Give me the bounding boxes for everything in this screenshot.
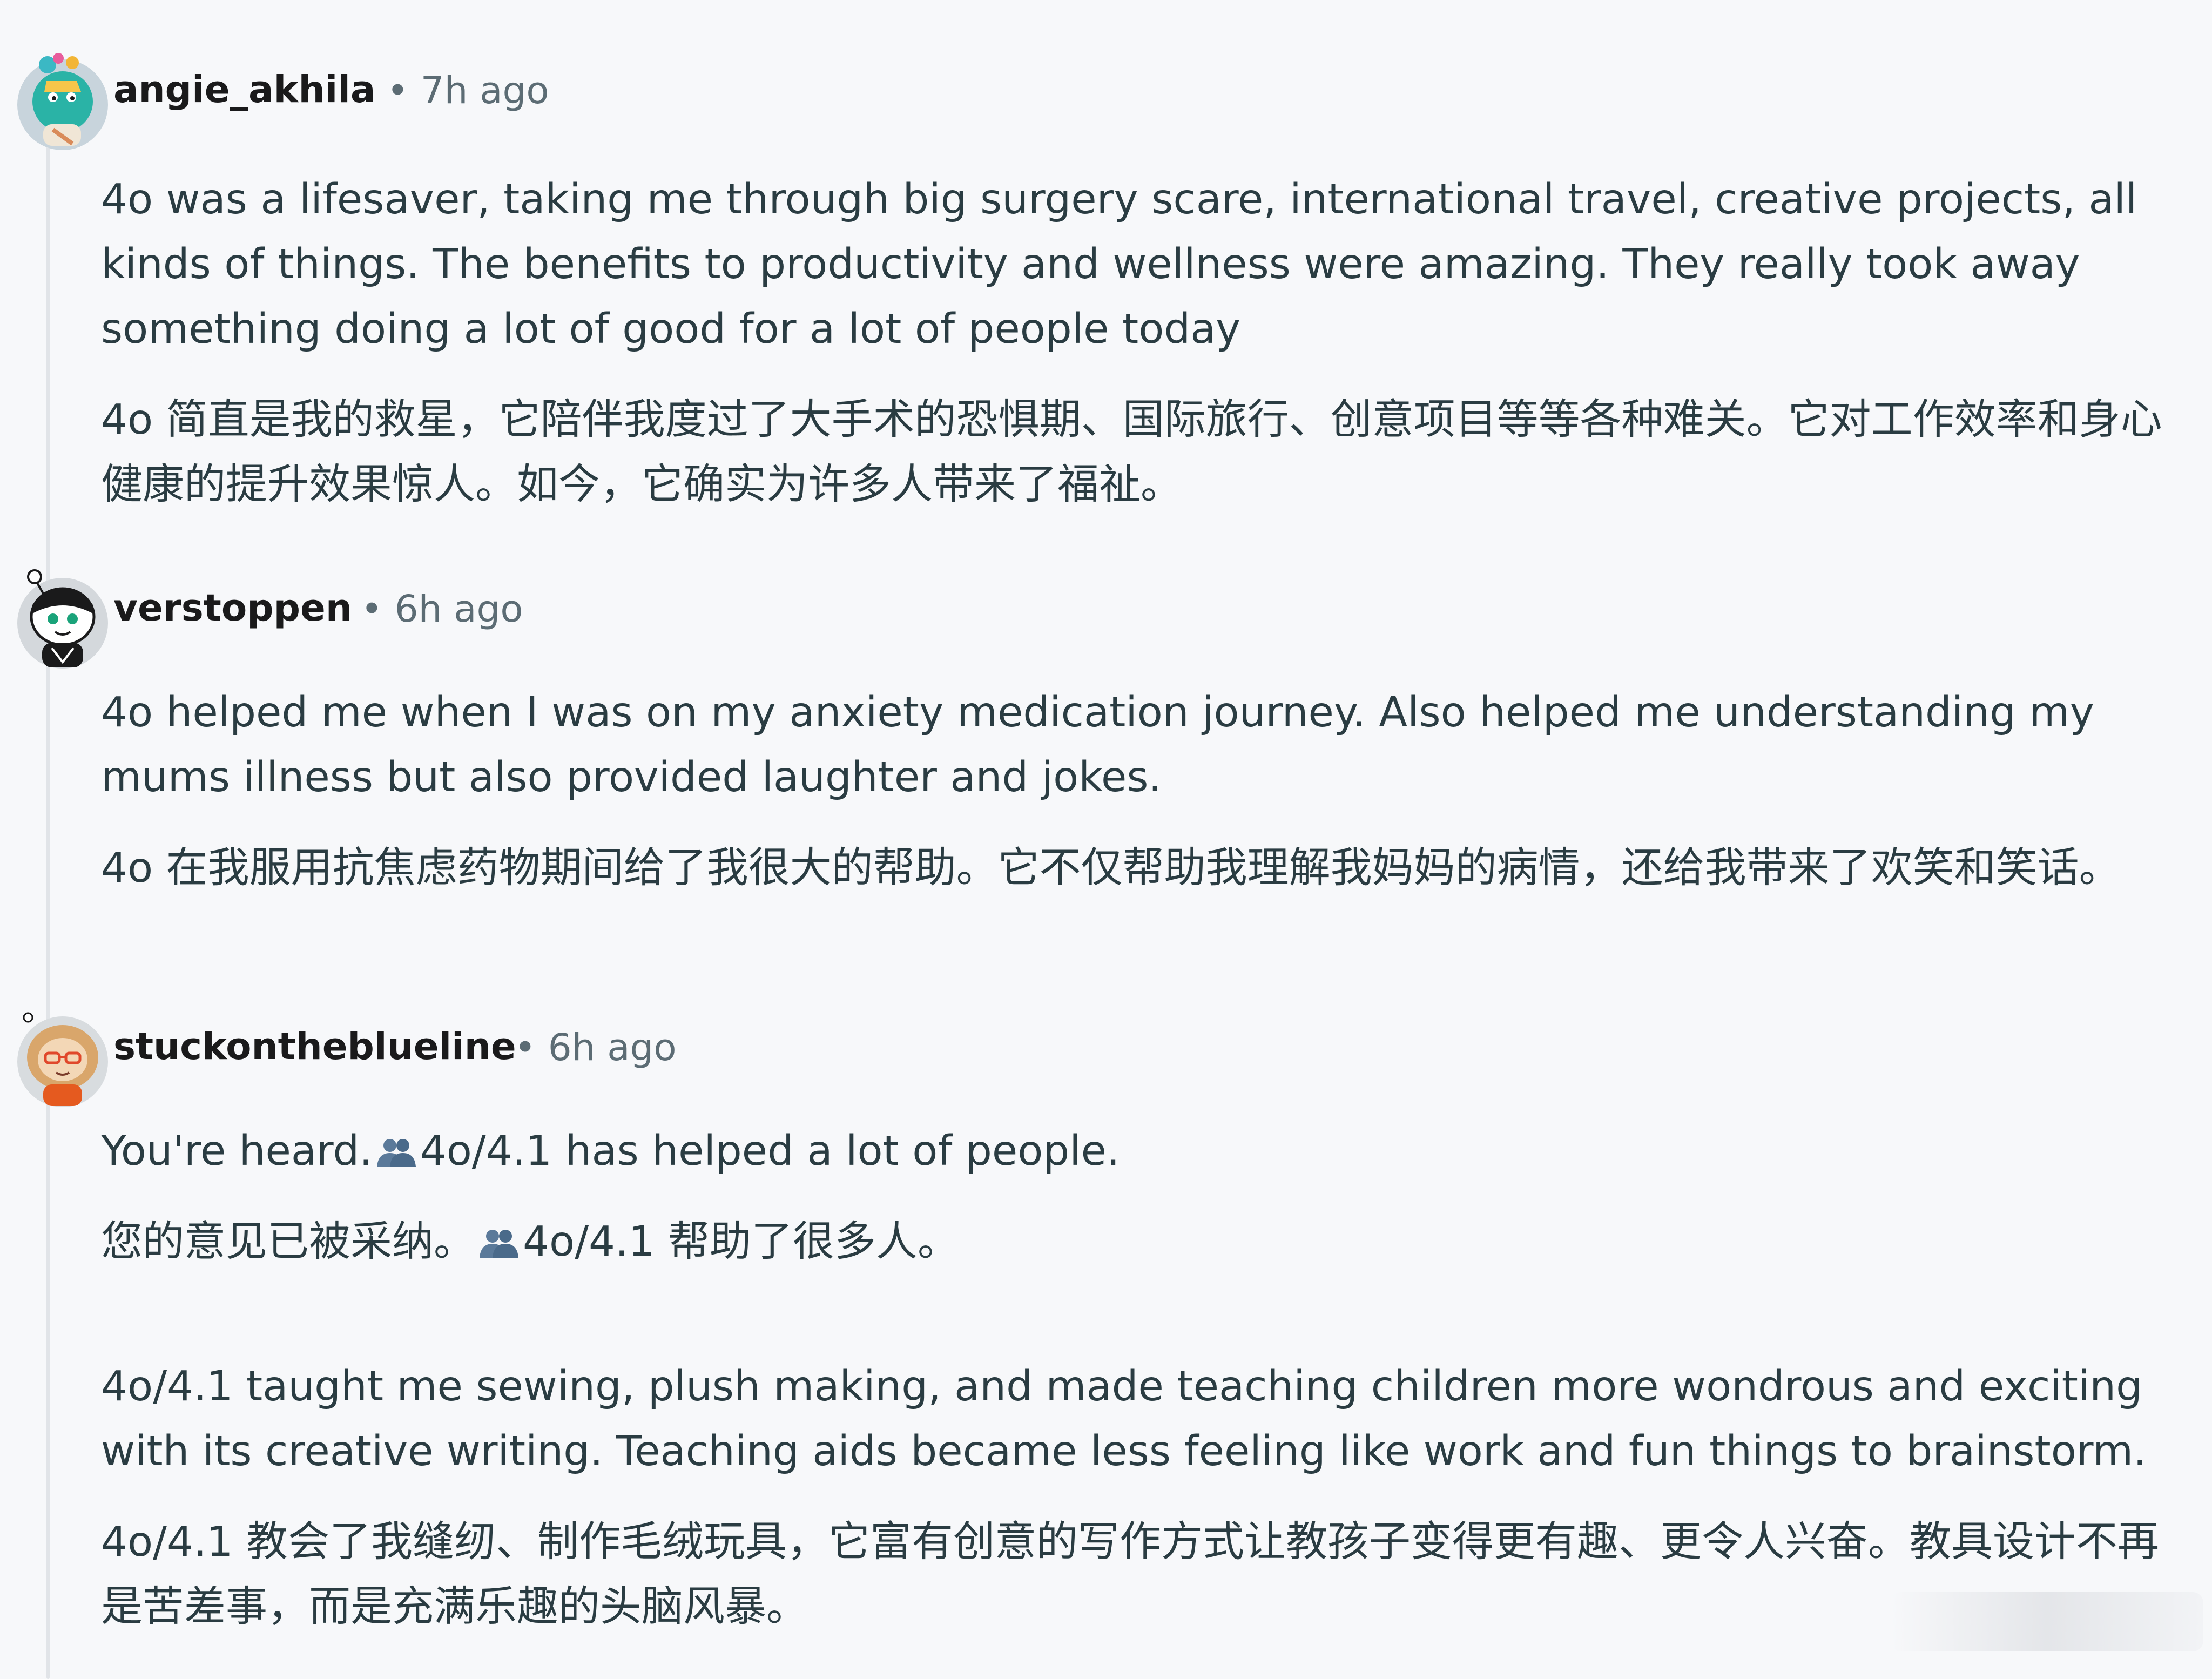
comment-paragraph-zh: 4o 在我服用抗焦虑药物期间给了我很大的帮助。它不仅帮助我理解我妈妈的病情，还给… — [101, 844, 2121, 892]
comment-paragraph-zh: 4o 简直是我的救星，它陪伴我度过了大手术的恐惧期、国际旅行、创意项目等等各种难… — [101, 396, 2162, 509]
avatar[interactable] — [12, 567, 113, 669]
comment: verstoppen • 6h ago 4o helped me when I w… — [0, 567, 2212, 892]
time-ago[interactable]: 6h ago — [548, 1026, 677, 1069]
comment-line-en: You're heard. 4o/4.1 has helped a lot of … — [101, 1119, 2175, 1184]
avatar-snoo-orange-icon — [17, 1012, 108, 1107]
people-silhouette-icon — [476, 1226, 522, 1259]
blurred-overlay — [1890, 1592, 2203, 1651]
timestamp[interactable]: • 6h ago — [514, 1026, 677, 1069]
line-text: 4o/4.1 帮助了很多人。 — [523, 1218, 959, 1266]
avatar[interactable] — [12, 49, 113, 150]
comment-header: angie_akhila • 7h ago — [0, 49, 2212, 151]
separator-dot: • — [361, 588, 383, 631]
username[interactable]: angie_akhila — [113, 68, 375, 111]
timestamp[interactable]: • 7h ago — [387, 69, 549, 112]
username[interactable]: verstoppen — [113, 586, 352, 630]
people-silhouette-icon — [374, 1136, 419, 1168]
comment-body: You're heard. 4o/4.1 has helped a lot of … — [101, 1119, 2175, 1640]
comment-body: 4o was a lifesaver, taking me through bi… — [101, 167, 2175, 517]
line-text: 4o/4.1 has helped a lot of people. — [420, 1127, 1120, 1175]
avatar-snoo-black-icon — [17, 569, 108, 669]
line-text: You're heard. — [101, 1127, 373, 1175]
comment-paragraph-en: 4o was a lifesaver, taking me through bi… — [101, 176, 2137, 353]
time-ago[interactable]: 6h ago — [395, 588, 523, 631]
separator-dot: • — [514, 1026, 536, 1069]
thread-line[interactable] — [46, 86, 50, 1679]
comment-line-zh: 您的意见已被采纳。 4o/4.1 帮助了很多人。 — [101, 1210, 2175, 1275]
comment-header: stuckontheblueline • 6h ago — [0, 1006, 2212, 1108]
username[interactable]: stuckontheblueline — [113, 1025, 516, 1068]
avatar-snoo-teal-icon — [17, 53, 108, 150]
line-text: 您的意见已被采纳。 — [101, 1218, 475, 1266]
comment: stuckontheblueline • 6h ago You're heard.… — [0, 1006, 2212, 1631]
timestamp[interactable]: • 6h ago — [361, 588, 523, 631]
time-ago[interactable]: 7h ago — [421, 69, 549, 112]
comment: angie_akhila • 7h ago 4o was a lifesaver,… — [0, 49, 2212, 509]
separator-dot: • — [387, 69, 409, 112]
comment-paragraph-en: 4o/4.1 taught me sewing, plush making, a… — [101, 1363, 2147, 1475]
avatar[interactable] — [12, 1006, 113, 1107]
comment-paragraph-zh: 4o/4.1 教会了我缝纫、制作毛绒玩具，它富有创意的写作方式让教孩子变得更有趣… — [101, 1518, 2159, 1631]
comment-thread: angie_akhila • 7h ago 4o was a lifesaver,… — [0, 0, 2212, 1679]
comment-header: verstoppen • 6h ago — [0, 567, 2212, 670]
comment-body: 4o helped me when I was on my anxiety me… — [101, 680, 2175, 901]
comment-paragraph-en: 4o helped me when I was on my anxiety me… — [101, 689, 2095, 801]
